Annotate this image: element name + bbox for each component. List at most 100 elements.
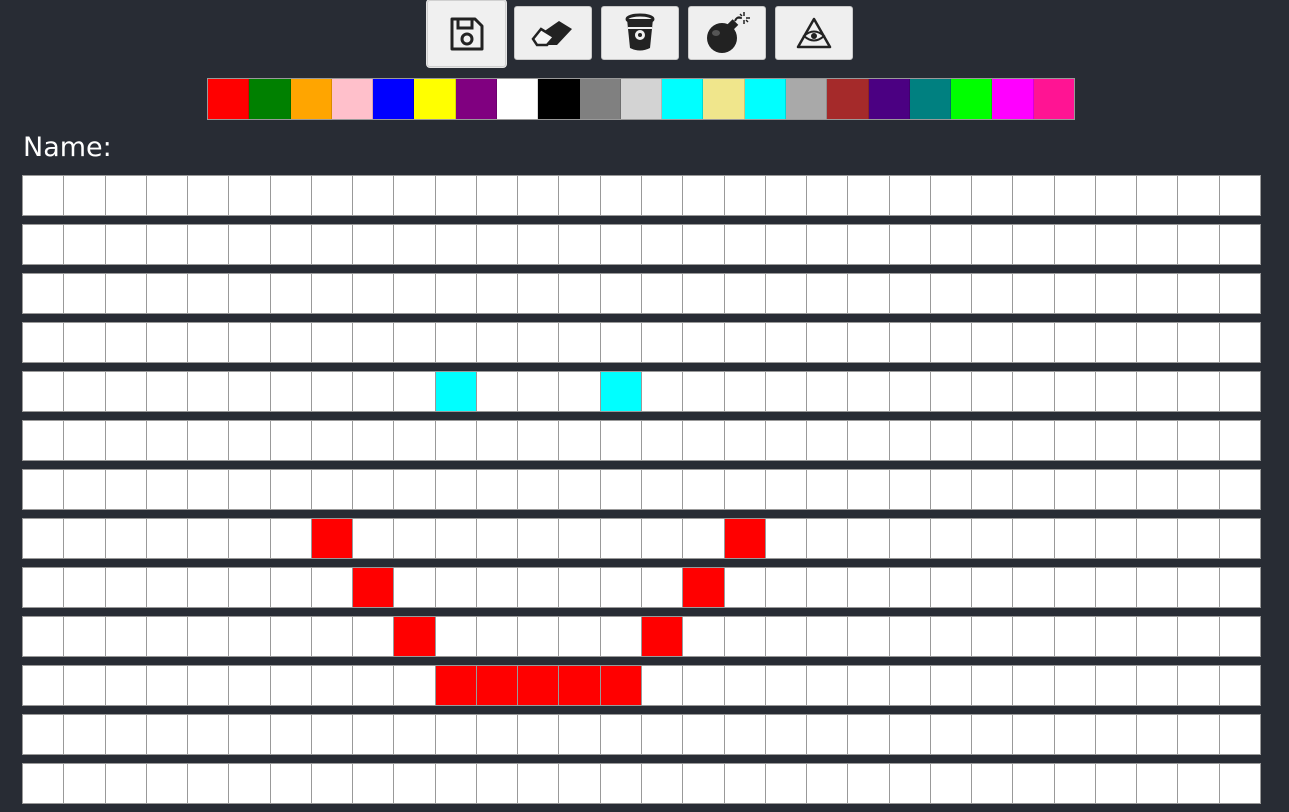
grid-cell[interactable] — [930, 470, 973, 509]
grid-cell[interactable] — [394, 764, 436, 803]
grid-cell[interactable] — [889, 617, 931, 656]
grid-cell[interactable] — [559, 666, 601, 705]
grid-cell[interactable] — [724, 372, 766, 411]
grid-cell[interactable] — [1178, 176, 1220, 215]
grid-cell[interactable] — [476, 323, 519, 362]
grid-cell[interactable] — [270, 372, 312, 411]
grid-cell[interactable] — [311, 764, 354, 803]
grid-cell[interactable] — [270, 764, 312, 803]
grid-cell[interactable] — [1095, 568, 1138, 607]
grid-cell[interactable] — [311, 323, 354, 362]
grid-cell[interactable] — [311, 617, 354, 656]
grid-cell[interactable] — [476, 225, 519, 264]
grid-cell[interactable] — [1178, 470, 1220, 509]
grid-cell[interactable] — [435, 666, 477, 705]
grid-cell[interactable] — [188, 372, 230, 411]
grid-cell[interactable] — [600, 666, 642, 705]
grid-cell[interactable] — [1095, 715, 1138, 754]
grid-cell[interactable] — [1013, 568, 1055, 607]
grid-cell[interactable] — [394, 568, 436, 607]
grid-cell[interactable] — [559, 176, 601, 215]
grid-cell[interactable] — [559, 274, 601, 313]
grid-cell[interactable] — [1095, 421, 1138, 460]
grid-cell[interactable] — [435, 617, 477, 656]
grid-cell[interactable] — [889, 470, 931, 509]
grid-cell[interactable] — [1013, 470, 1055, 509]
grid-cell[interactable] — [765, 715, 808, 754]
grid-cell[interactable] — [311, 715, 354, 754]
grid-cell[interactable] — [765, 519, 808, 558]
grid-cell[interactable] — [683, 764, 725, 803]
grid-cell[interactable] — [765, 372, 808, 411]
grid-cell[interactable] — [765, 617, 808, 656]
triangle-eye-button[interactable] — [775, 6, 853, 60]
grid-cell[interactable] — [724, 568, 766, 607]
grid-cell[interactable] — [765, 470, 808, 509]
grid-cell[interactable] — [105, 470, 147, 509]
grid-cell[interactable] — [1054, 568, 1096, 607]
grid-cell[interactable] — [23, 568, 65, 607]
grid-cell[interactable] — [146, 617, 189, 656]
grid-cell[interactable] — [188, 666, 230, 705]
grid-cell[interactable] — [518, 715, 560, 754]
grid-cell[interactable] — [683, 617, 725, 656]
grid-cell[interactable] — [270, 274, 312, 313]
grid-cell[interactable] — [724, 421, 766, 460]
grid-cell[interactable] — [1054, 421, 1096, 460]
grid-cell[interactable] — [1219, 421, 1261, 460]
color-swatch[interactable] — [290, 79, 332, 119]
grid-cell[interactable] — [270, 519, 312, 558]
grid-cell[interactable] — [64, 715, 106, 754]
grid-cell[interactable] — [105, 323, 147, 362]
grid-cell[interactable] — [848, 519, 890, 558]
grid-cell[interactable] — [146, 323, 189, 362]
grid-cell[interactable] — [930, 715, 973, 754]
grid-cell[interactable] — [23, 323, 65, 362]
grid-cell[interactable] — [765, 666, 808, 705]
grid-cell[interactable] — [435, 372, 477, 411]
grid-cell[interactable] — [807, 421, 849, 460]
color-swatch[interactable] — [662, 79, 704, 119]
grid-cell[interactable] — [848, 764, 890, 803]
grid-cell[interactable] — [1137, 176, 1179, 215]
grid-cell[interactable] — [105, 176, 147, 215]
grid-cell[interactable] — [848, 323, 890, 362]
grid-cell[interactable] — [270, 715, 312, 754]
grid-cell[interactable] — [1137, 372, 1179, 411]
grid-cell[interactable] — [188, 568, 230, 607]
grid-cell[interactable] — [848, 568, 890, 607]
grid-cell[interactable] — [23, 421, 65, 460]
grid-cell[interactable] — [311, 176, 354, 215]
grid-cell[interactable] — [724, 764, 766, 803]
grid-cell[interactable] — [270, 568, 312, 607]
grid-cell[interactable] — [889, 225, 931, 264]
grid-cell[interactable] — [683, 225, 725, 264]
grid-cell[interactable] — [972, 568, 1014, 607]
grid-cell[interactable] — [23, 225, 65, 264]
grid-cell[interactable] — [353, 470, 395, 509]
grid-cell[interactable] — [64, 617, 106, 656]
grid-cell[interactable] — [1095, 764, 1138, 803]
grid-cell[interactable] — [889, 715, 931, 754]
grid-cell[interactable] — [889, 323, 931, 362]
grid-cell[interactable] — [889, 764, 931, 803]
grid-cell[interactable] — [807, 176, 849, 215]
grid-cell[interactable] — [394, 470, 436, 509]
grid-cell[interactable] — [435, 568, 477, 607]
grid-cell[interactable] — [64, 470, 106, 509]
grid-cell[interactable] — [188, 715, 230, 754]
grid-cell[interactable] — [1219, 519, 1261, 558]
grid-cell[interactable] — [724, 666, 766, 705]
grid-cell[interactable] — [683, 323, 725, 362]
grid-cell[interactable] — [972, 764, 1014, 803]
grid-cell[interactable] — [641, 764, 684, 803]
grid-cell[interactable] — [229, 617, 271, 656]
grid-cell[interactable] — [1219, 225, 1261, 264]
grid-cell[interactable] — [683, 372, 725, 411]
grid-cell[interactable] — [1054, 715, 1096, 754]
grid-cell[interactable] — [1178, 519, 1220, 558]
grid-cell[interactable] — [1219, 617, 1261, 656]
grid-cell[interactable] — [105, 519, 147, 558]
grid-cell[interactable] — [435, 421, 477, 460]
grid-cell[interactable] — [807, 617, 849, 656]
